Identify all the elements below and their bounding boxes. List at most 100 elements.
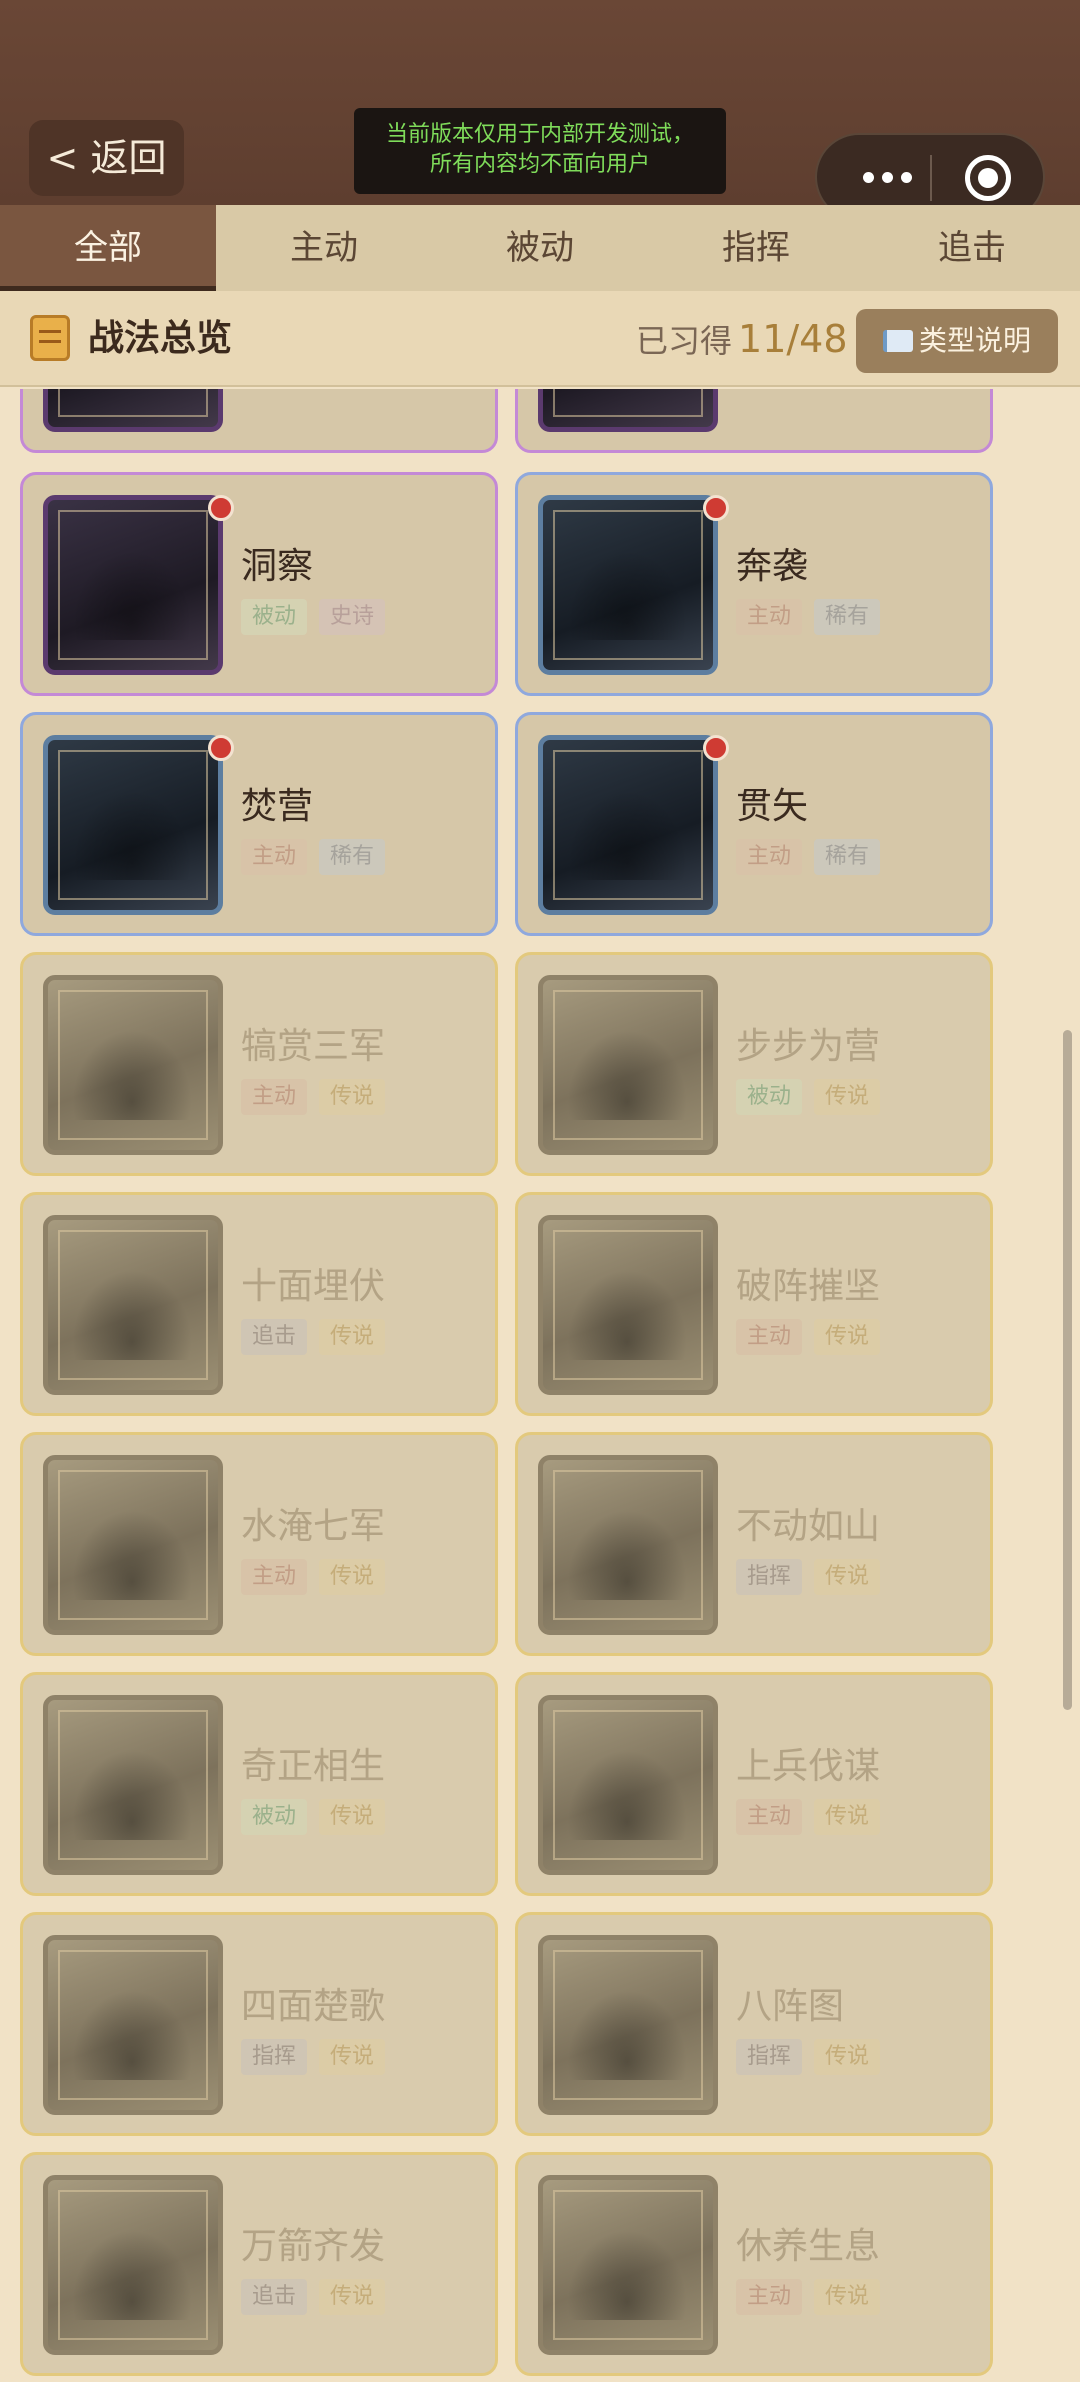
skill-card[interactable]: 破阵摧坚 主动 传说 <box>515 1192 993 1416</box>
skill-name: 上兵伐谋 <box>736 1746 881 1787</box>
skill-name: 水淹七军 <box>241 1506 386 1547</box>
skill-type-tag: 主动 <box>736 599 803 635</box>
skill-type-tag: 主动 <box>736 1799 803 1835</box>
skill-card[interactable]: 洞察被动 史诗 <box>20 472 498 696</box>
skill-image <box>538 735 718 915</box>
skill-rarity-tag: 传说 <box>814 1559 881 1595</box>
skill-card[interactable]: 贯矢主动 稀有 <box>515 712 993 936</box>
type-info-button[interactable]: 类型说明 <box>856 309 1058 373</box>
skill-card-partial[interactable] <box>20 389 498 453</box>
top-bar: < 返回 当前版本仅用于内部开发测试， 所有内容均不面向用户 <box>0 0 1080 221</box>
skill-name: 八阵图 <box>736 1986 845 2027</box>
skill-image <box>43 495 223 675</box>
skill-rarity-tag: 稀有 <box>814 599 881 635</box>
summary-bar: 战法总览 已习得 11/48 类型说明 <box>0 291 1080 387</box>
tab-pursuit[interactable]: 追击 <box>864 205 1080 291</box>
skill-rarity-tag: 史诗 <box>319 599 386 635</box>
back-button[interactable]: < 返回 <box>29 120 184 196</box>
learned-label: 已习得 <box>636 322 733 360</box>
new-badge-dot <box>703 735 729 761</box>
skill-type-tag: 追击 <box>241 2279 308 2315</box>
scrollbar[interactable] <box>1063 1030 1072 1710</box>
skill-card[interactable]: 奔袭主动 稀有 <box>515 472 993 696</box>
skill-name: 贯矢 <box>736 786 809 827</box>
skill-card[interactable]: 上兵伐谋主动 传说 <box>515 1672 993 1896</box>
page-title: 战法总览 <box>88 318 233 359</box>
skill-card[interactable]: 水淹七军主动 传说 <box>20 1432 498 1656</box>
skill-card[interactable]: 八阵图指挥 传说 <box>515 1912 993 2136</box>
skill-image <box>43 2175 223 2355</box>
skill-rarity-tag: 传说 <box>814 1319 881 1355</box>
learned-count: 11/48 <box>738 317 848 361</box>
skill-type-tag: 指挥 <box>736 1559 803 1595</box>
skill-type-tag: 主动 <box>736 2279 803 2315</box>
skill-rarity-tag: 稀有 <box>814 839 881 875</box>
skill-name: 犒赏三军 <box>241 1026 386 1067</box>
skill-rarity-tag: 传说 <box>814 1799 881 1835</box>
capsule-divider <box>930 155 932 201</box>
skill-image <box>43 1455 223 1635</box>
skill-rarity-tag: 传说 <box>814 2039 881 2075</box>
skill-name: 十面埋伏 <box>241 1266 386 1307</box>
skill-card[interactable]: 十面埋伏追击 传说 <box>20 1192 498 1416</box>
skill-card[interactable]: 休养生息主动 传说 <box>515 2152 993 2376</box>
skill-rarity-tag: 传说 <box>814 2279 881 2315</box>
skill-image <box>538 1455 718 1635</box>
skill-card[interactable]: 焚营 主动 稀有 <box>20 712 498 936</box>
skill-type-tag: 追击 <box>241 1319 308 1355</box>
notice-line-2: 所有内容均不面向用户 <box>429 152 650 177</box>
skill-image <box>43 975 223 1155</box>
tab-all[interactable]: 全部 <box>0 205 216 291</box>
skill-rarity-tag: 传说 <box>319 2039 386 2075</box>
skill-name: 奇正相生 <box>241 1746 386 1787</box>
skill-type-tag: 主动 <box>736 1319 803 1355</box>
skill-image <box>538 495 718 675</box>
skill-card[interactable]: 步步为营被动 传说 <box>515 952 993 1176</box>
skill-card[interactable]: 不动如山指挥 传说 <box>515 1432 993 1656</box>
skill-image <box>43 1215 223 1395</box>
tab-command[interactable]: 指挥 <box>648 205 864 291</box>
new-badge-dot <box>703 495 729 521</box>
skill-image <box>538 1215 718 1395</box>
skill-card[interactable]: 奇正相生被动 传说 <box>20 1672 498 1896</box>
skill-type-tag: 指挥 <box>241 2039 308 2075</box>
tab-active[interactable]: 主动 <box>216 205 432 291</box>
skill-image <box>43 1695 223 1875</box>
new-badge-dot <box>208 495 234 521</box>
skill-image <box>43 1935 223 2115</box>
skill-card[interactable]: 万箭齐发 追击 传说 <box>20 2152 498 2376</box>
skill-type-tag: 指挥 <box>736 2039 803 2075</box>
skill-image <box>538 975 718 1155</box>
skill-rarity-tag: 传说 <box>319 2279 386 2315</box>
skill-type-tag: 被动 <box>736 1079 803 1115</box>
skill-name: 洞察 <box>241 546 314 587</box>
skill-rarity-tag: 传说 <box>814 1079 881 1115</box>
skill-image <box>538 389 718 432</box>
close-target-icon[interactable] <box>965 155 1011 201</box>
skill-rarity-tag: 传说 <box>319 1319 386 1355</box>
book-icon <box>882 330 913 352</box>
skill-name: 不动如山 <box>736 1506 881 1547</box>
skill-image <box>538 1935 718 2115</box>
dev-notice-banner: 当前版本仅用于内部开发测试， 所有内容均不面向用户 <box>354 108 726 194</box>
skill-rarity-tag: 传说 <box>319 1799 386 1835</box>
skill-type-tag: 主动 <box>736 839 803 875</box>
skill-name: 步步为营 <box>736 1026 881 1067</box>
skill-list[interactable]: 洞察 被动 史诗 奔袭 主动 稀有 焚营 主动 稀有 贯矢 主动 稀有 犒赏三军 主动 传说 步步为营 被动 传说… <box>0 389 1080 2382</box>
skill-name: 休养生息 <box>736 2226 881 2267</box>
tab-passive[interactable]: 被动 <box>432 205 648 291</box>
skill-name: 焚营 <box>241 786 314 827</box>
skill-rarity-tag: 传说 <box>319 1559 386 1595</box>
skill-type-tag: 被动 <box>241 1799 308 1835</box>
skill-type-tag: 主动 <box>241 1559 308 1595</box>
skill-name: 奔袭 <box>736 546 809 587</box>
skill-card[interactable]: 犒赏三军 主动 传说 <box>20 952 498 1176</box>
skill-rarity-tag: 稀有 <box>319 839 386 875</box>
skill-type-tag: 被动 <box>241 599 308 635</box>
scroll-icon <box>30 315 70 361</box>
skill-image <box>43 389 223 432</box>
skill-card[interactable]: 四面楚歌 指挥 传说 <box>20 1912 498 2136</box>
skill-rarity-tag: 传说 <box>319 1079 386 1115</box>
skill-card-partial[interactable] <box>515 389 993 453</box>
learned-progress: 已习得 11/48 <box>636 291 848 389</box>
